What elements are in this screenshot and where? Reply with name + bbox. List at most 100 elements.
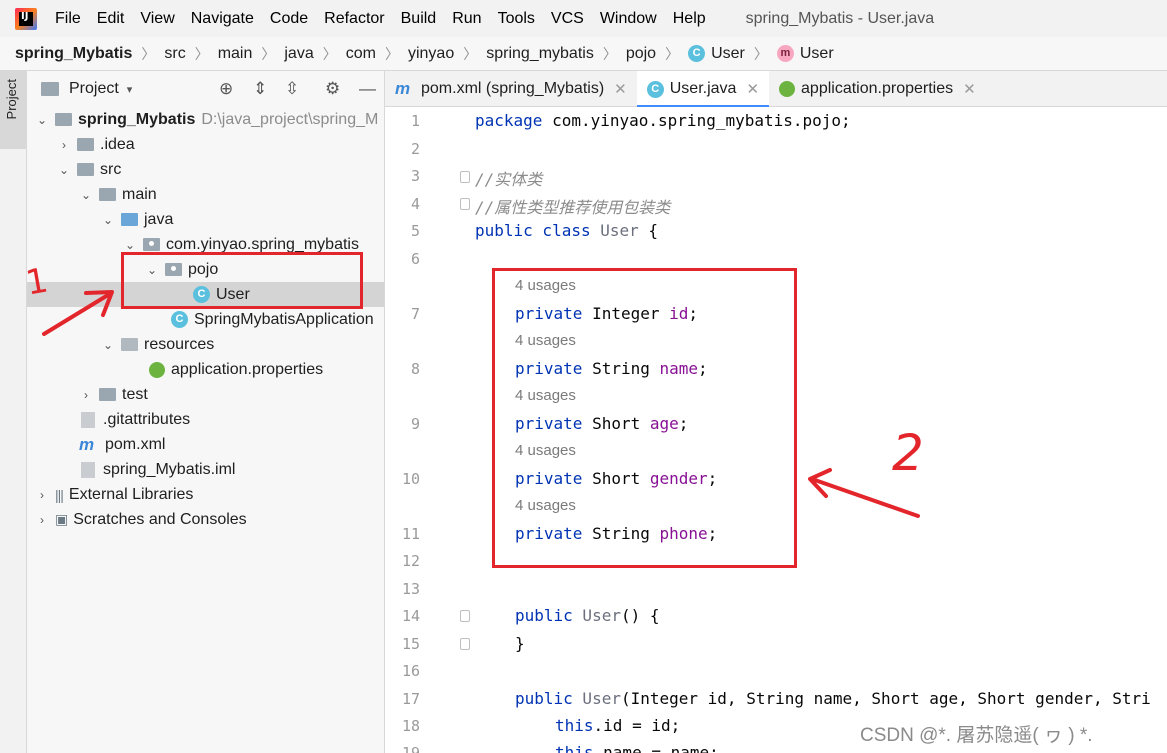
tab-label: User.java xyxy=(669,80,737,97)
chevron-down-icon[interactable]: ▾ xyxy=(127,83,133,96)
project-panel-header: Project ▾ ⊕ ⇕ ⇳ ⚙ — xyxy=(27,71,384,107)
breadcrumb-separator-icon: 〉 xyxy=(463,45,478,62)
minimize-icon[interactable]: — xyxy=(359,79,376,99)
close-icon[interactable]: ✕ xyxy=(746,80,759,98)
maven-icon: m xyxy=(79,434,95,454)
tree-item-src[interactable]: ⌄ src xyxy=(27,157,384,182)
code-line-14: public User() { xyxy=(515,606,660,625)
tree-item-java[interactable]: ⌄ java xyxy=(27,207,384,232)
tree-item-label: External Libraries xyxy=(68,485,194,503)
menu-bar: IJ File Edit View Navigate Code Refactor… xyxy=(0,0,1167,37)
breadcrumb-main[interactable]: main xyxy=(218,45,253,63)
watermark: CSDN @*. 屠苏隐遥( ヮ ) *. xyxy=(860,725,1093,746)
breadcrumb-separator-icon: 〉 xyxy=(665,45,680,62)
project-tool-button[interactable]: Project xyxy=(0,71,27,149)
tree-item-project-root[interactable]: ⌄ spring_Mybatis D:\java_project\spring_… xyxy=(27,107,384,132)
breadcrumb-class[interactable]: C User xyxy=(688,45,745,63)
fold-marker-icon[interactable] xyxy=(460,638,470,650)
tab-label: application.properties xyxy=(801,80,954,97)
chevron-right-icon[interactable]: › xyxy=(79,388,93,402)
tree-item-application-properties[interactable]: application.properties xyxy=(27,357,384,382)
keyword: public class xyxy=(475,221,591,240)
tree-item-pom[interactable]: m pom.xml xyxy=(27,432,384,457)
source-folder-icon xyxy=(121,213,138,226)
code-line-5: public class User { xyxy=(475,221,658,240)
menu-code[interactable]: Code xyxy=(270,10,308,28)
editor-gutter: 1 2 3 4 5 6 7 8 9 10 11 12 13 14 15 16 1… xyxy=(385,107,470,753)
chevron-down-icon[interactable]: ⌄ xyxy=(123,238,137,252)
chevron-right-icon[interactable]: › xyxy=(35,513,49,527)
breadcrumb-src[interactable]: src xyxy=(164,45,185,63)
breadcrumb-spring-mybatis[interactable]: spring_mybatis xyxy=(486,45,594,63)
spring-boot-class-icon: C xyxy=(171,311,188,328)
menu-tools[interactable]: Tools xyxy=(498,10,535,28)
chevron-down-icon[interactable]: ⌄ xyxy=(57,163,71,177)
close-icon[interactable]: ✕ xyxy=(963,80,976,98)
line-number: 7 xyxy=(410,305,420,323)
package-icon xyxy=(143,238,160,251)
menu-navigate[interactable]: Navigate xyxy=(191,10,254,28)
tree-item-main[interactable]: ⌄ main xyxy=(27,182,384,207)
tree-item-resources[interactable]: ⌄ resources xyxy=(27,332,384,357)
code-line-1: package com.yinyao.spring_mybatis.pojo; xyxy=(475,111,851,130)
menu-view[interactable]: View xyxy=(140,10,174,28)
fold-marker-icon[interactable] xyxy=(460,171,470,183)
close-icon[interactable]: ✕ xyxy=(614,80,627,98)
breadcrumb-yinyao[interactable]: yinyao xyxy=(408,45,454,63)
gear-icon[interactable]: ⚙ xyxy=(325,79,340,99)
chevron-down-icon[interactable]: ⌄ xyxy=(35,113,49,127)
chevron-right-icon[interactable]: › xyxy=(35,488,49,502)
breadcrumb-pojo[interactable]: pojo xyxy=(626,45,656,63)
tree-item-idea[interactable]: › .idea xyxy=(27,132,384,157)
keyword: package xyxy=(475,111,543,130)
tree-item-scratches[interactable]: › ▣ Scratches and Consoles xyxy=(27,507,384,532)
tree-item-label: src xyxy=(100,160,122,178)
expand-all-icon[interactable]: ⇕ xyxy=(253,79,267,99)
line-number: 1 xyxy=(410,112,420,130)
breadcrumb-separator-icon: 〉 xyxy=(261,45,276,62)
menu-vcs[interactable]: VCS xyxy=(551,10,584,28)
locate-icon[interactable]: ⊕ xyxy=(219,79,233,99)
tree-item-iml[interactable]: spring_Mybatis.iml xyxy=(27,457,384,482)
tree-item-test[interactable]: › test xyxy=(27,382,384,407)
tab-application-properties[interactable]: application.properties ✕ xyxy=(769,71,986,107)
breadcrumb-project[interactable]: spring_Mybatis xyxy=(15,45,132,63)
fold-marker-icon[interactable] xyxy=(460,610,470,622)
menu-run[interactable]: Run xyxy=(452,10,481,28)
chevron-down-icon[interactable]: ⌄ xyxy=(79,188,93,202)
breadcrumb-com[interactable]: com xyxy=(346,45,376,63)
tree-item-external-libraries[interactable]: › ||| External Libraries xyxy=(27,482,384,507)
chevron-down-icon[interactable]: ⌄ xyxy=(101,213,115,227)
code-line-18: this.id = id; xyxy=(555,716,680,735)
tree-item-label: spring_Mybatis.iml xyxy=(103,460,236,478)
breadcrumb-java[interactable]: java xyxy=(284,45,313,63)
menu-window[interactable]: Window xyxy=(600,10,657,28)
class-name: User xyxy=(590,221,639,240)
tree-item-gitattributes[interactable]: .gitattributes xyxy=(27,407,384,432)
class-icon: C xyxy=(688,45,706,62)
chevron-down-icon[interactable]: ⌄ xyxy=(101,338,115,352)
code-text: .id = id; xyxy=(593,716,681,735)
tool-window-strip: Project xyxy=(0,71,27,753)
breadcrumb-separator-icon: 〉 xyxy=(602,45,617,62)
menu-edit[interactable]: Edit xyxy=(97,10,125,28)
line-number: 13 xyxy=(401,580,420,598)
code-text: { xyxy=(638,221,659,240)
tab-pom-xml[interactable]: m pom.xml (spring_Mybatis) ✕ xyxy=(385,71,637,107)
breadcrumb-member[interactable]: m User xyxy=(776,45,834,63)
fold-marker-icon[interactable] xyxy=(460,198,470,210)
collapse-all-icon[interactable]: ⇳ xyxy=(285,79,299,99)
chevron-right-icon[interactable]: › xyxy=(57,138,71,152)
tree-item-path: D:\java_project\spring_M xyxy=(201,110,379,128)
tree-item-application-class[interactable]: C SpringMybatisApplication xyxy=(27,307,384,332)
project-view-selector[interactable]: Project xyxy=(69,80,119,98)
keyword: public xyxy=(515,689,573,708)
menu-help[interactable]: Help xyxy=(673,10,706,28)
menu-build[interactable]: Build xyxy=(401,10,437,28)
menu-file[interactable]: File xyxy=(55,10,81,28)
menu-refactor[interactable]: Refactor xyxy=(324,10,384,28)
project-panel: Project ▾ ⊕ ⇕ ⇳ ⚙ — ⌄ spring_Mybatis D:\… xyxy=(27,71,385,753)
line-number: 18 xyxy=(401,717,420,735)
tab-user-java[interactable]: C User.java ✕ xyxy=(636,71,770,108)
tree-item-label: test xyxy=(122,385,148,403)
